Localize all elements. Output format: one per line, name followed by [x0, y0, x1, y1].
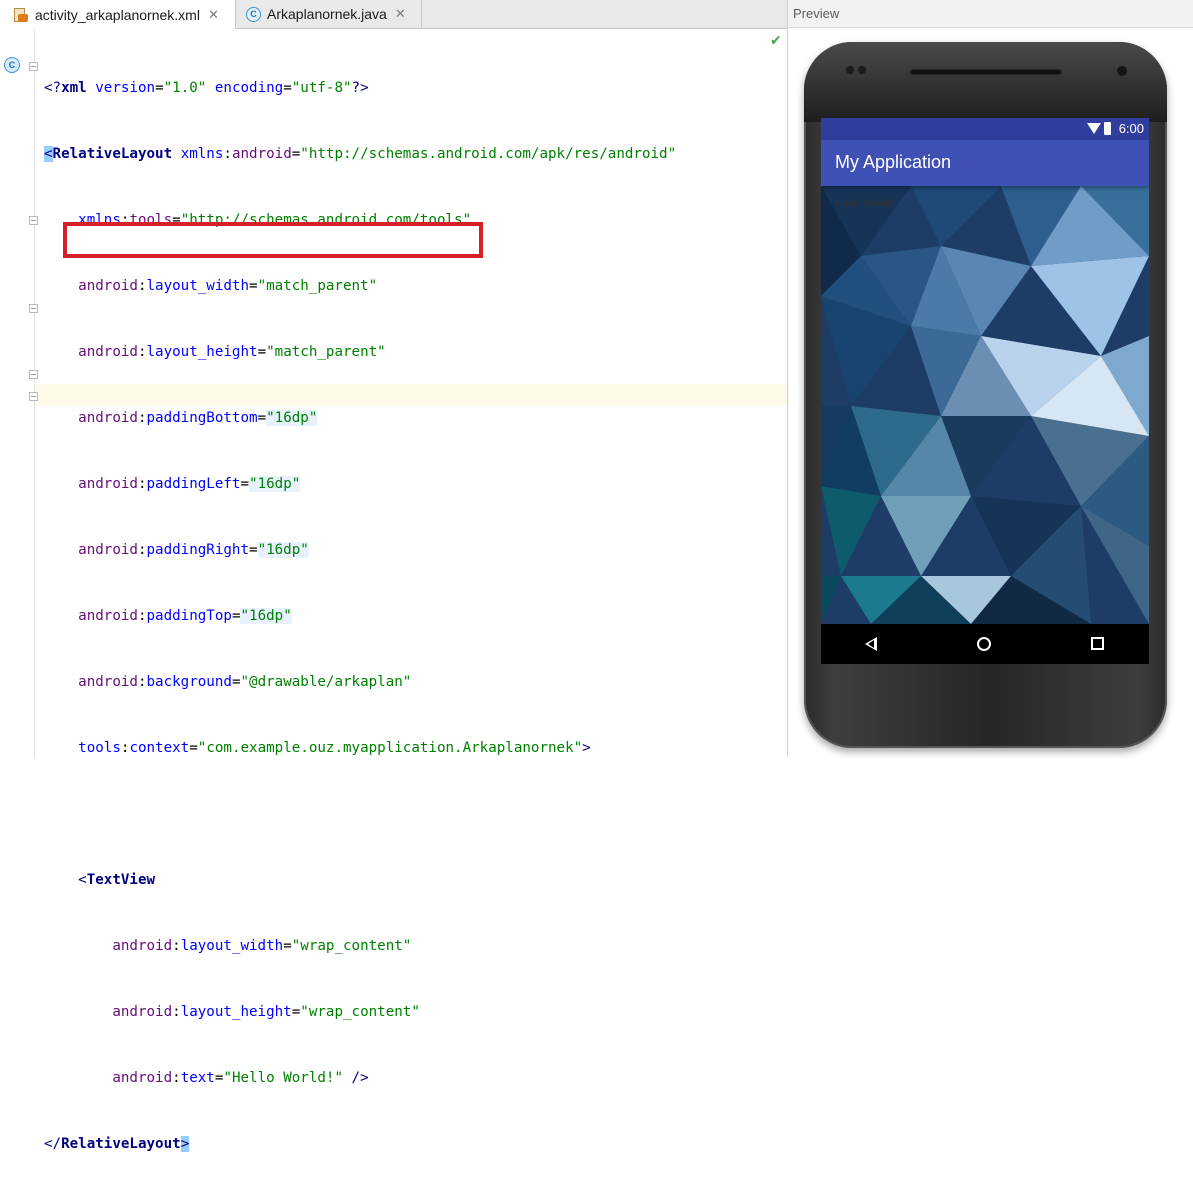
- home-icon[interactable]: [977, 637, 991, 651]
- code-line: android:layout_width="match_parent": [78, 278, 378, 294]
- close-icon[interactable]: ✕: [208, 7, 219, 23]
- recents-icon[interactable]: [1091, 637, 1104, 650]
- java-class-icon: C: [246, 6, 261, 22]
- code-line: tools:context="com.example.ouz.myapplica…: [78, 740, 591, 756]
- polygon-background: [821, 186, 1149, 624]
- wifi-icon: [1087, 123, 1101, 134]
- class-marker-icon[interactable]: C: [4, 57, 20, 73]
- tab-activity-xml[interactable]: activity_arkaplanornek.xml ✕: [0, 0, 236, 29]
- fold-icon[interactable]: [29, 370, 38, 379]
- inspection-ok-icon[interactable]: ✔: [770, 33, 782, 49]
- tab-label: Arkaplanornek.java: [267, 6, 387, 22]
- speaker-grille: [910, 70, 1061, 74]
- tab-java-class[interactable]: C Arkaplanornek.java ✕: [236, 0, 422, 28]
- app-title: My Application: [835, 152, 952, 172]
- sensor-dot: [846, 66, 854, 74]
- app-bar: My Application: [821, 140, 1149, 186]
- editor-gutter: C: [0, 29, 38, 757]
- code-line: android:text="Hello World!" />: [112, 1070, 369, 1086]
- fold-icon[interactable]: [29, 62, 38, 71]
- front-camera: [1117, 66, 1127, 76]
- navigation-bar: [821, 624, 1149, 664]
- preview-panel: Preview 6:00 My Application Hello World!: [787, 0, 1193, 757]
- code-line: android:layout_height="match_parent": [78, 344, 386, 360]
- code-line: <TextView: [78, 872, 156, 888]
- code-line: android:layout_width="wrap_content": [112, 938, 412, 954]
- device-top-bezel: [804, 42, 1167, 122]
- code-line: android:paddingLeft="16dp": [78, 476, 301, 492]
- code-line: <RelativeLayout xmlns:android="http://sc…: [44, 146, 677, 162]
- status-bar: 6:00: [821, 118, 1149, 140]
- fold-icon[interactable]: [29, 304, 38, 313]
- status-time: 6:00: [1118, 121, 1144, 136]
- device-screen: 6:00 My Application Hello World!: [821, 118, 1149, 664]
- code-line: <?xml version="1.0" encoding="utf-8"?>: [44, 80, 369, 96]
- background-image: Hello World!: [821, 186, 1149, 624]
- sensor-dot: [858, 66, 866, 74]
- code-line-background: android:background="@drawable/arkaplan": [78, 674, 412, 690]
- code-line: android:paddingBottom="16dp": [78, 410, 318, 426]
- code-line: android:layout_height="wrap_content": [112, 1004, 420, 1020]
- code-line: android:paddingTop="16dp": [78, 608, 292, 624]
- xml-editor[interactable]: activity_arkaplanornek.xml ✕ C Arkaplano…: [0, 0, 787, 1152]
- close-icon[interactable]: ✕: [395, 6, 406, 22]
- code-line: </RelativeLayout>: [44, 1136, 190, 1152]
- code-area[interactable]: <?xml version="1.0" encoding="utf-8"?> <…: [44, 33, 676, 1199]
- device-frame: 6:00 My Application Hello World!: [804, 42, 1167, 748]
- code-line: android:paddingRight="16dp": [78, 542, 309, 558]
- tab-label: activity_arkaplanornek.xml: [35, 6, 200, 23]
- preview-header: Preview: [788, 0, 1193, 28]
- hello-textview: Hello World!: [835, 198, 895, 210]
- fold-icon[interactable]: [29, 392, 38, 401]
- highlight-annotation-box: [63, 222, 483, 258]
- fold-icon[interactable]: [29, 216, 38, 225]
- editor-tab-bar: activity_arkaplanornek.xml ✕ C Arkaplano…: [0, 0, 787, 29]
- back-icon[interactable]: [865, 637, 877, 651]
- battery-icon: [1104, 122, 1111, 135]
- xml-file-icon: [14, 7, 29, 22]
